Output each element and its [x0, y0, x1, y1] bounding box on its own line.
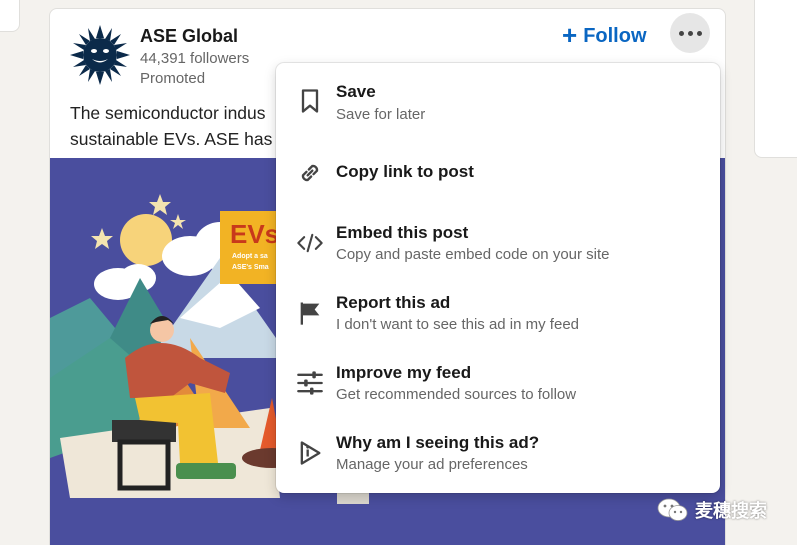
more-options-button[interactable]: [670, 13, 710, 53]
sliders-icon: [297, 371, 323, 395]
banner-headline: EVs: [230, 219, 279, 249]
banner-subtext: ASE's Sma: [232, 264, 269, 271]
follow-button[interactable]: + Follow: [562, 21, 647, 51]
menu-item-subtitle: I don't want to see this ad in my feed: [336, 316, 580, 333]
ellipsis-dot: [687, 30, 693, 36]
menu-item-improve-feed[interactable]: Improve my feed Get recommended sources …: [276, 351, 720, 415]
menu-item-copy-link[interactable]: Copy link to post: [276, 141, 720, 205]
promoted-label: Promoted: [140, 70, 206, 87]
menu-item-subtitle: Copy and paste embed code on your site: [336, 246, 610, 263]
menu-item-save[interactable]: Save Save for later: [276, 69, 720, 133]
plus-icon: +: [562, 20, 578, 50]
play-info-icon: [300, 441, 321, 465]
menu-item-embed[interactable]: Embed this post Copy and paste embed cod…: [276, 211, 720, 275]
follower-count: 44,391 followers: [140, 50, 250, 67]
previous-card-edge: [0, 0, 20, 32]
link-icon: [301, 164, 319, 182]
code-icon: [297, 233, 323, 253]
wechat-icon: [657, 498, 688, 521]
menu-item-why-this-ad[interactable]: Why am I seeing this ad? Manage your ad …: [276, 421, 720, 485]
menu-item-subtitle: Get recommended sources to follow: [336, 386, 577, 403]
watermark-text: 麦穗搜索: [695, 501, 767, 521]
follow-label: Follow: [583, 24, 647, 47]
menu-item-title: Improve my feed: [336, 363, 472, 382]
flag-icon: [300, 302, 320, 325]
menu-item-title: Copy link to post: [336, 162, 474, 181]
menu-item-title: Report this ad: [336, 293, 451, 312]
company-logo[interactable]: [70, 25, 130, 85]
ellipsis-dot: [696, 30, 702, 36]
bookmark-icon: [301, 89, 319, 113]
post-options-menu: Save Save for later Copy link to post Em…: [276, 63, 720, 493]
menu-item-subtitle: Manage your ad preferences: [336, 456, 528, 473]
menu-item-title: Why am I seeing this ad?: [336, 433, 540, 452]
company-name[interactable]: ASE Global: [140, 26, 238, 47]
side-card: [754, 0, 797, 158]
menu-item-title: Embed this post: [336, 223, 469, 242]
ellipsis-dot: [678, 30, 684, 36]
banner-subtext: Adopt a sa: [232, 253, 268, 260]
menu-item-subtitle: Save for later: [336, 106, 426, 123]
watermark: 麦穗搜索: [657, 497, 767, 523]
menu-item-report-ad[interactable]: Report this ad I don't want to see this …: [276, 281, 720, 345]
menu-item-title: Save: [336, 82, 376, 101]
